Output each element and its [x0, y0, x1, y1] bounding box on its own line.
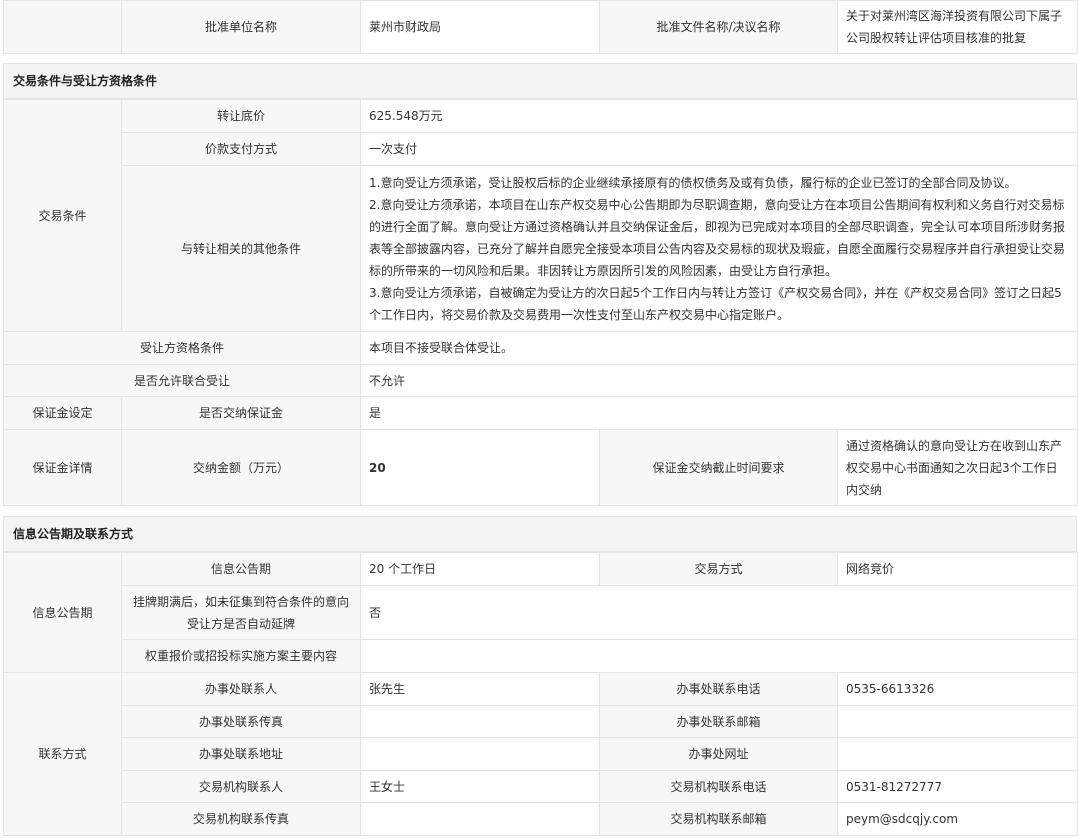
method-value: 网络竞价	[837, 552, 1078, 586]
deposit-amount-label: 交纳金额（万元）	[121, 429, 361, 506]
contact-label: 办事处联系邮箱	[599, 705, 838, 738]
contact-label: 交易机构联系传真	[121, 802, 361, 836]
condition-item-2: 2.意向受让方须承诺，本项目在山东产权交易中心公告期即为尽职调查期，意向受让方在…	[369, 197, 1066, 278]
deposit-required-value: 是	[359, 396, 1078, 430]
payment-label: 价款支付方式	[121, 132, 361, 166]
contact-label: 办事处联系电话	[599, 672, 838, 706]
period-label: 信息公告期	[121, 552, 361, 586]
contact-value	[360, 802, 600, 836]
contact-label: 办事处网址	[599, 737, 838, 771]
reserve-price-label: 转让底价	[121, 99, 361, 133]
contact-label: 办事处联系人	[121, 672, 361, 706]
joint-label: 是否允许联合受让	[3, 364, 361, 397]
contact-group-label: 联系方式	[3, 672, 122, 836]
contact-value	[837, 737, 1078, 771]
payment-value: 一次支付	[359, 132, 1078, 166]
contact-value: 张先生	[360, 672, 600, 706]
approval-doc-label: 批准文件名称/决议名称	[599, 0, 838, 54]
blank-cell	[3, 0, 122, 54]
contact-label: 办事处联系地址	[121, 737, 361, 771]
approval-table: 批准单位名称 莱州市财政局 批准文件名称/决议名称 关于对莱州湾区海洋投资有限公…	[3, 0, 1078, 54]
contact-value	[360, 705, 600, 738]
contact-value: 王女士	[360, 770, 600, 803]
trade-group-label: 交易条件	[3, 99, 122, 332]
qualification-label: 受让方资格条件	[3, 331, 361, 365]
qualification-value: 本项目不接受联合体受让。	[359, 331, 1078, 365]
extend-value: 否	[360, 585, 1078, 640]
section-title-info: 信息公告期及联系方式	[3, 516, 1077, 552]
deposit-detail-group-label: 保证金详情	[3, 429, 122, 506]
deposit-deadline-value: 通过资格确认的意向受让方在收到山东产权交易中心书面通知之次日起3个工作日内交纳	[836, 429, 1078, 506]
approval-unit-value: 莱州市财政局	[360, 0, 600, 54]
contact-value	[837, 705, 1078, 738]
contact-label: 办事处联系传真	[121, 705, 361, 738]
method-label: 交易方式	[599, 552, 838, 586]
reserve-price-value: 625.548万元	[359, 99, 1078, 133]
approval-doc-value: 关于对莱州湾区海洋投资有限公司下属子公司股权转让评估项目核准的批复	[837, 0, 1078, 54]
contact-value: 0531-81272777	[837, 770, 1078, 803]
contact-label: 交易机构联系人	[121, 770, 361, 803]
contact-value: 0535-6613326	[837, 672, 1078, 706]
condition-item-3: 3.意向受让方须承诺，自被确定为受让方的次日起5个工作日内与转让方签订《产权交易…	[369, 285, 1062, 322]
joint-value: 不允许	[359, 364, 1078, 397]
trade-table: 交易条件 转让底价 625.548万元 价款支付方式 一次支付 与转让相关的其他…	[3, 99, 1078, 506]
condition-item-1: 1.意向受让方须承诺，受让股权后标的企业继续承接原有的债权债务及或有负债，履行标…	[369, 175, 1017, 190]
section-title-trade: 交易条件与受让方资格条件	[3, 63, 1077, 99]
extend-label: 挂牌期满后，如未征集到符合条件的意向受让方是否自动延牌	[121, 585, 361, 640]
deposit-deadline-label: 保证金交纳截止时间要求	[599, 429, 838, 506]
other-conditions-value: 1.意向受让方须承诺，受让股权后标的企业继续承接原有的债权债务及或有负债，履行标…	[359, 165, 1078, 332]
deposit-required-label: 是否交纳保证金	[121, 396, 361, 430]
contact-email-link[interactable]: peym@sdcqjy.com	[837, 802, 1078, 836]
contact-value	[360, 737, 600, 771]
period-group-label: 信息公告期	[3, 552, 122, 673]
deposit-group-label: 保证金设定	[3, 396, 122, 430]
approval-unit-label: 批准单位名称	[121, 0, 361, 54]
period-value: 20 个工作日	[360, 552, 600, 586]
deposit-amount-value: 20	[360, 429, 600, 506]
contact-label: 交易机构联系电话	[599, 770, 838, 803]
other-conditions-label: 与转让相关的其他条件	[121, 165, 361, 332]
weight-value	[360, 639, 1078, 673]
info-table: 信息公告期 信息公告期 20 个工作日 交易方式 网络竞价 挂牌期满后，如未征集…	[3, 552, 1078, 836]
contact-label: 交易机构联系邮箱	[599, 802, 838, 836]
weight-label: 权重报价或招投标实施方案主要内容	[121, 639, 361, 673]
